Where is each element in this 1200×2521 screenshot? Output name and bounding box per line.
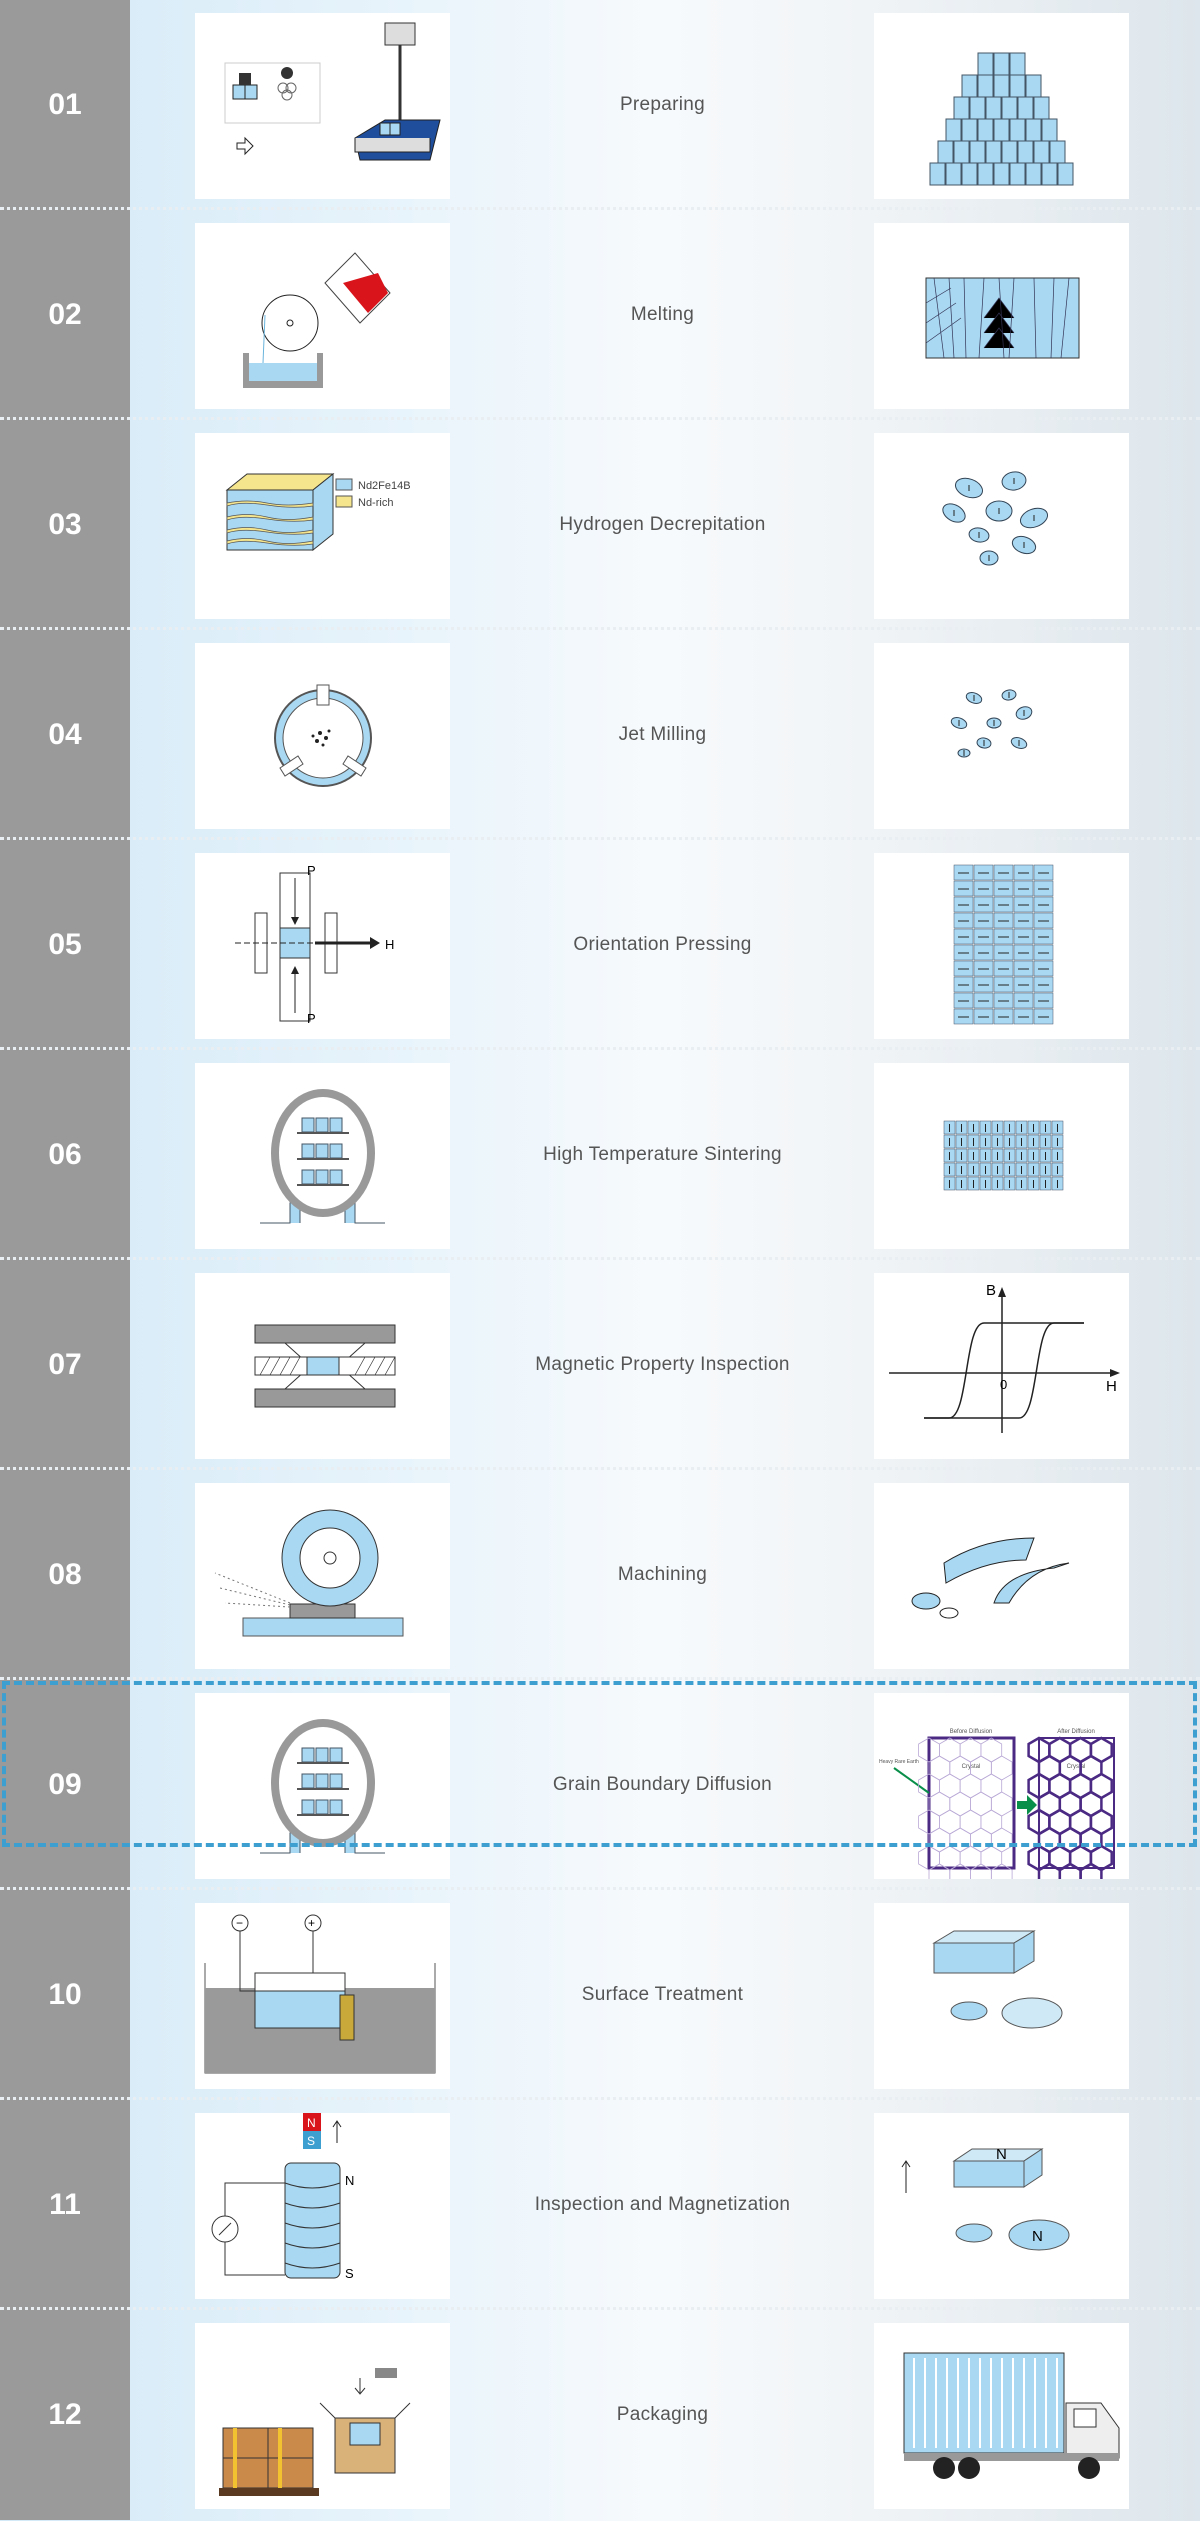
svg-text:−: − [236,1916,243,1930]
svg-text:H: H [1106,1378,1117,1395]
step-label: Preparing [619,94,706,115]
aligned-powder-illustration [874,853,1129,1039]
svg-text:+: + [308,1916,315,1930]
step-number: 06 [0,1050,130,1260]
step-number: 12 [0,2310,130,2520]
svg-text:N: N [1032,2228,1043,2245]
step-label: Grain Boundary Diffusion [552,1774,773,1795]
coated-magnets-illustration [874,1903,1129,2089]
svg-text:Before Diffusion: Before Diffusion [950,1729,993,1735]
svg-text:N: N [996,2146,1007,2163]
fine-powder-illustration [874,643,1129,829]
hysteresis-loop-illustration: B 0 H [874,1273,1129,1459]
svg-text:N: N [307,2116,316,2130]
step-row-07: 07 Magnetic Property Inspection B 0 H [0,1260,1200,1470]
step-label: Packaging [616,2404,709,2425]
step-number: 01 [0,0,130,210]
svg-text:Heavy Rare Earth: Heavy Rare Earth [879,1759,919,1765]
orientation-pressing-illustration: P P H [195,853,450,1039]
delivery-truck-illustration [874,2323,1129,2509]
diffusion-furnace-illustration [195,1693,450,1879]
magnetic-inspection-illustration [195,1273,450,1459]
step-label: Machining [617,1564,708,1585]
step-row-04: 04 Jet Milling [0,630,1200,840]
step-number: 04 [0,630,130,840]
svg-text:B: B [986,1282,996,1299]
machined-magnets-illustration [874,1483,1129,1669]
step-row-12: 12 Packaging [0,2310,1200,2520]
svg-text:H: H [385,937,394,952]
step-number: 05 [0,840,130,1050]
melting-illustration [195,223,450,409]
step-label: High Temperature Sintering [543,1144,782,1165]
step-number: 10 [0,1890,130,2100]
svg-text:N: N [345,2173,354,2188]
step-number: 08 [0,1470,130,1680]
step-number: 02 [0,210,130,420]
step-number: 09 [0,1680,130,1890]
step-row-01: 01 Preparing [0,0,1200,210]
jet-mill-illustration [195,643,450,829]
step-row-05: 05 P P H Orientation Pressing [0,840,1200,1050]
columnar-grains-illustration [874,223,1129,409]
sintered-grains-illustration [874,1063,1129,1249]
step-label: Melting [630,304,695,325]
step-row-10: 10 − + Surface Treatment [0,1890,1200,2100]
svg-text:S: S [345,2266,354,2281]
grain-diffusion-illustration: Before Diffusion After Diffusion Heavy Rar… [874,1693,1129,1879]
step-number: 07 [0,1260,130,1470]
particles-illustration [874,433,1129,619]
step-label: Hydrogen Decrepitation [559,514,766,535]
step-label: Jet Milling [618,724,707,745]
step-label: Orientation Pressing [573,934,752,955]
svg-text:Crystal: Crystal [1067,1764,1086,1770]
step-row-03: 03 Nd2Fe14B Nd-rich Hydrogen Decrepitatio… [0,420,1200,630]
step-label: Inspection and Magnetization [534,2194,791,2215]
magnetized-magnets-illustration: NN [874,2113,1129,2299]
step-row-09: 09 Grain Boundary Diffusion Before Diffu… [0,1680,1200,1890]
step-number: 11 [0,2100,130,2310]
svg-text:P: P [307,1011,316,1026]
step-row-11: 11 NSNS Inspection and Magnetization NN [0,2100,1200,2310]
step-label: Surface Treatment [581,1984,744,2005]
preparing-illustration [195,13,450,199]
svg-text:P: P [307,863,316,878]
svg-text:0: 0 [1000,1377,1007,1392]
hydrogen-decrepitation-illustration: Nd2Fe14B Nd-rich [195,433,450,619]
legend-main-phase: Nd2Fe14B [358,480,411,492]
legend-nd-rich: Nd-rich [358,497,393,509]
magnetizing-coil-illustration: NSNS [195,2113,450,2299]
step-row-06: 06 High Temperature Sintering [0,1050,1200,1260]
step-number: 03 [0,420,130,630]
step-row-02: 02 Melting [0,210,1200,420]
machining-illustration [195,1483,450,1669]
step-label: Magnetic Property Inspection [535,1354,790,1375]
step-row-08: 08 Machining [0,1470,1200,1680]
svg-text:After Diffusion: After Diffusion [1057,1729,1095,1735]
blocks-pile-illustration [874,13,1129,199]
sintering-furnace-illustration [195,1063,450,1249]
svg-text:S: S [307,2134,315,2148]
electroplating-illustration: − + [195,1903,450,2089]
packaging-illustration [195,2323,450,2509]
